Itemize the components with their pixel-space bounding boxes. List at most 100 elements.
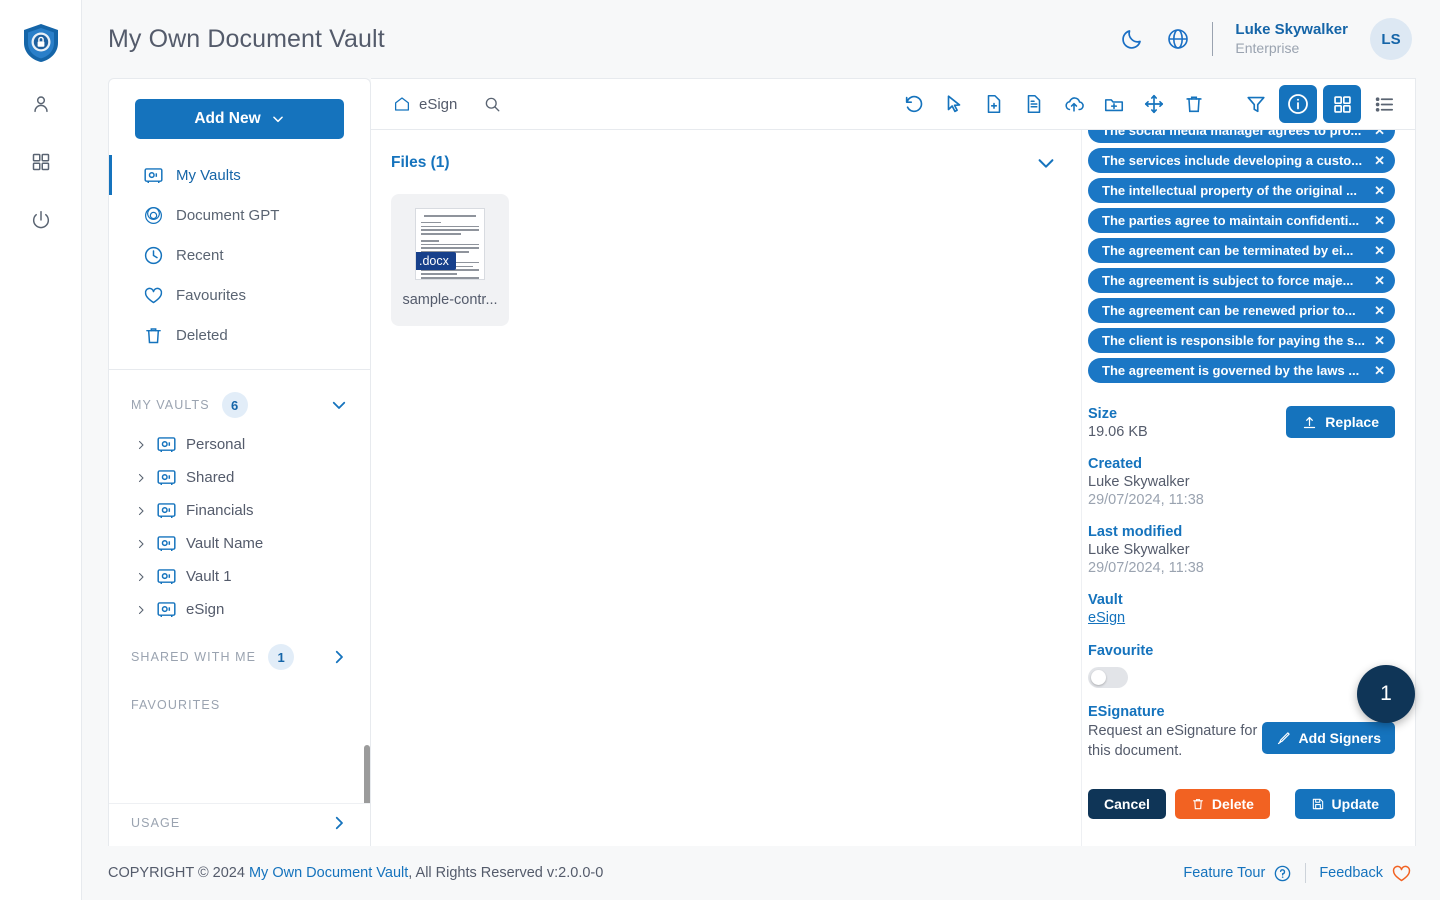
vault-icon xyxy=(156,434,177,455)
footer-brand-link[interactable]: My Own Document Vault xyxy=(249,865,408,881)
user-name: Luke Skywalker xyxy=(1235,20,1348,38)
favourite-toggle[interactable] xyxy=(1088,667,1128,688)
vault-icon xyxy=(156,599,177,620)
tag-chip[interactable]: The agreement is subject to force maje..… xyxy=(1088,268,1395,293)
add-signers-button[interactable]: Add Signers xyxy=(1261,722,1395,754)
chevron-right-icon[interactable] xyxy=(330,648,348,666)
close-icon[interactable]: ✕ xyxy=(1372,213,1387,229)
delete-label: Delete xyxy=(1211,796,1254,813)
chevron-right-icon[interactable] xyxy=(135,571,147,583)
question-circle-icon xyxy=(1275,865,1291,881)
chevron-down-icon[interactable] xyxy=(1035,152,1057,174)
favourites-section-header[interactable]: FAVOURITES xyxy=(109,680,370,722)
chevron-right-icon[interactable] xyxy=(330,814,348,832)
delete-button[interactable] xyxy=(1177,87,1211,121)
sidebar-scrollbar[interactable] xyxy=(364,745,370,803)
chevron-down-icon[interactable] xyxy=(330,396,348,414)
main-row: Files (1) .docx sample-contr... The soci… xyxy=(371,130,1415,846)
tag-chip[interactable]: The intellectual property of the origina… xyxy=(1088,178,1395,203)
main-panel: eSign Files (1) .docx sample-contr... Th… xyxy=(371,78,1416,846)
globe-icon[interactable] xyxy=(1166,27,1190,51)
profile-icon-button[interactable] xyxy=(21,84,61,124)
grid-view-toggle[interactable] xyxy=(1323,85,1361,123)
tag-chip[interactable]: The agreement can be renewed prior to...… xyxy=(1088,298,1395,323)
move-button[interactable] xyxy=(1137,87,1171,121)
footer-divider xyxy=(1305,863,1307,883)
close-icon[interactable]: ✕ xyxy=(1372,303,1387,319)
breadcrumb[interactable]: eSign xyxy=(393,95,457,113)
modified-by: Luke Skywalker xyxy=(1088,542,1190,558)
pen-nib-icon xyxy=(1277,731,1290,744)
files-pane: Files (1) .docx sample-contr... xyxy=(371,130,1081,846)
select-button[interactable] xyxy=(937,87,971,121)
tag-chip[interactable]: The parties agree to maintain confidenti… xyxy=(1088,208,1395,233)
tag-chip[interactable]: The services include developing a custo.… xyxy=(1088,148,1395,173)
close-icon[interactable]: ✕ xyxy=(1372,243,1387,259)
add-new-button[interactable]: Add New xyxy=(135,99,344,139)
tag-label: The agreement can be renewed prior to... xyxy=(1102,303,1356,318)
add-new-label: Add New xyxy=(194,110,261,127)
shield-lock-logo[interactable] xyxy=(19,20,63,66)
vault-item-label: Financials xyxy=(186,502,254,519)
feature-tour-button[interactable]: Feature Tour xyxy=(1183,864,1292,883)
tag-chip[interactable]: The agreement is governed by the laws ..… xyxy=(1088,358,1395,383)
close-icon[interactable]: ✕ xyxy=(1372,130,1387,139)
close-icon[interactable]: ✕ xyxy=(1372,183,1387,199)
close-icon[interactable]: ✕ xyxy=(1372,333,1387,349)
sidebar-item-document-gpt[interactable]: Document GPT xyxy=(109,195,370,235)
sidebar-item-recent[interactable]: Recent xyxy=(109,235,370,275)
filter-button[interactable] xyxy=(1239,87,1273,121)
tag-chip[interactable]: The social media manager agrees to pro..… xyxy=(1088,130,1395,143)
chevron-right-icon[interactable] xyxy=(135,439,147,451)
vault-item-personal[interactable]: Personal xyxy=(109,428,370,461)
notification-badge[interactable]: 1 xyxy=(1357,665,1415,723)
vault-item-esign[interactable]: eSign xyxy=(109,593,370,626)
info-toggle[interactable] xyxy=(1279,85,1317,123)
shared-with-me-section-header[interactable]: SHARED WITH ME 1 xyxy=(109,626,370,680)
user-info[interactable]: Luke Skywalker Enterprise xyxy=(1235,21,1348,57)
usage-section-header[interactable]: USAGE xyxy=(109,803,370,846)
restore-button[interactable] xyxy=(897,87,931,121)
sidebar-item-favourites[interactable]: Favourites xyxy=(109,275,370,315)
file-card[interactable]: .docx sample-contr... xyxy=(391,194,509,326)
tag-chip[interactable]: The agreement can be terminated by ei...… xyxy=(1088,238,1395,263)
home-icon[interactable] xyxy=(393,95,411,113)
chevron-right-icon[interactable] xyxy=(135,604,147,616)
new-folder-button[interactable] xyxy=(1097,87,1131,121)
power-icon-button[interactable] xyxy=(21,200,61,240)
files-header: Files (1) xyxy=(391,152,1057,174)
sidebar-item-label: Deleted xyxy=(176,326,228,344)
avatar[interactable]: LS xyxy=(1370,18,1412,60)
sidebar-item-label: Favourites xyxy=(176,286,247,304)
close-icon[interactable]: ✕ xyxy=(1372,153,1387,169)
feedback-button[interactable]: Feedback xyxy=(1319,863,1412,884)
tag-label: The agreement is subject to force maje..… xyxy=(1102,273,1354,288)
tag-chip[interactable]: The client is responsible for paying the… xyxy=(1088,328,1395,353)
vault-item-shared[interactable]: Shared xyxy=(109,461,370,494)
file-thumbnail: .docx xyxy=(415,208,485,280)
chevron-right-icon[interactable] xyxy=(135,538,147,550)
vault-link[interactable]: eSign xyxy=(1088,610,1125,626)
list-view-toggle[interactable] xyxy=(1367,87,1401,121)
delete-button[interactable]: Delete xyxy=(1174,789,1270,820)
search-icon[interactable] xyxy=(483,95,501,113)
grid-apps-icon-button[interactable] xyxy=(21,142,61,182)
sidebar-item-deleted[interactable]: Deleted xyxy=(109,315,370,355)
moon-icon[interactable] xyxy=(1120,27,1144,51)
close-icon[interactable]: ✕ xyxy=(1372,363,1387,379)
sidebar-item-my-vaults[interactable]: My Vaults xyxy=(109,155,370,195)
vault-item-vault-name[interactable]: Vault Name xyxy=(109,527,370,560)
replace-button[interactable]: Replace xyxy=(1286,406,1395,438)
upload-button[interactable] xyxy=(1057,87,1091,121)
gpt-icon xyxy=(142,204,164,226)
vault-item-financials[interactable]: Financials xyxy=(109,494,370,527)
chevron-right-icon[interactable] xyxy=(135,472,147,484)
new-document-button[interactable] xyxy=(1017,87,1051,121)
vault-item-vault-1[interactable]: Vault 1 xyxy=(109,560,370,593)
update-button[interactable]: Update xyxy=(1294,789,1395,820)
new-file-button[interactable] xyxy=(977,87,1011,121)
cancel-button[interactable]: Cancel xyxy=(1088,789,1166,820)
my-vaults-section-header[interactable]: MY VAULTS 6 xyxy=(109,374,370,428)
close-icon[interactable]: ✕ xyxy=(1372,273,1387,289)
chevron-right-icon[interactable] xyxy=(135,505,147,517)
